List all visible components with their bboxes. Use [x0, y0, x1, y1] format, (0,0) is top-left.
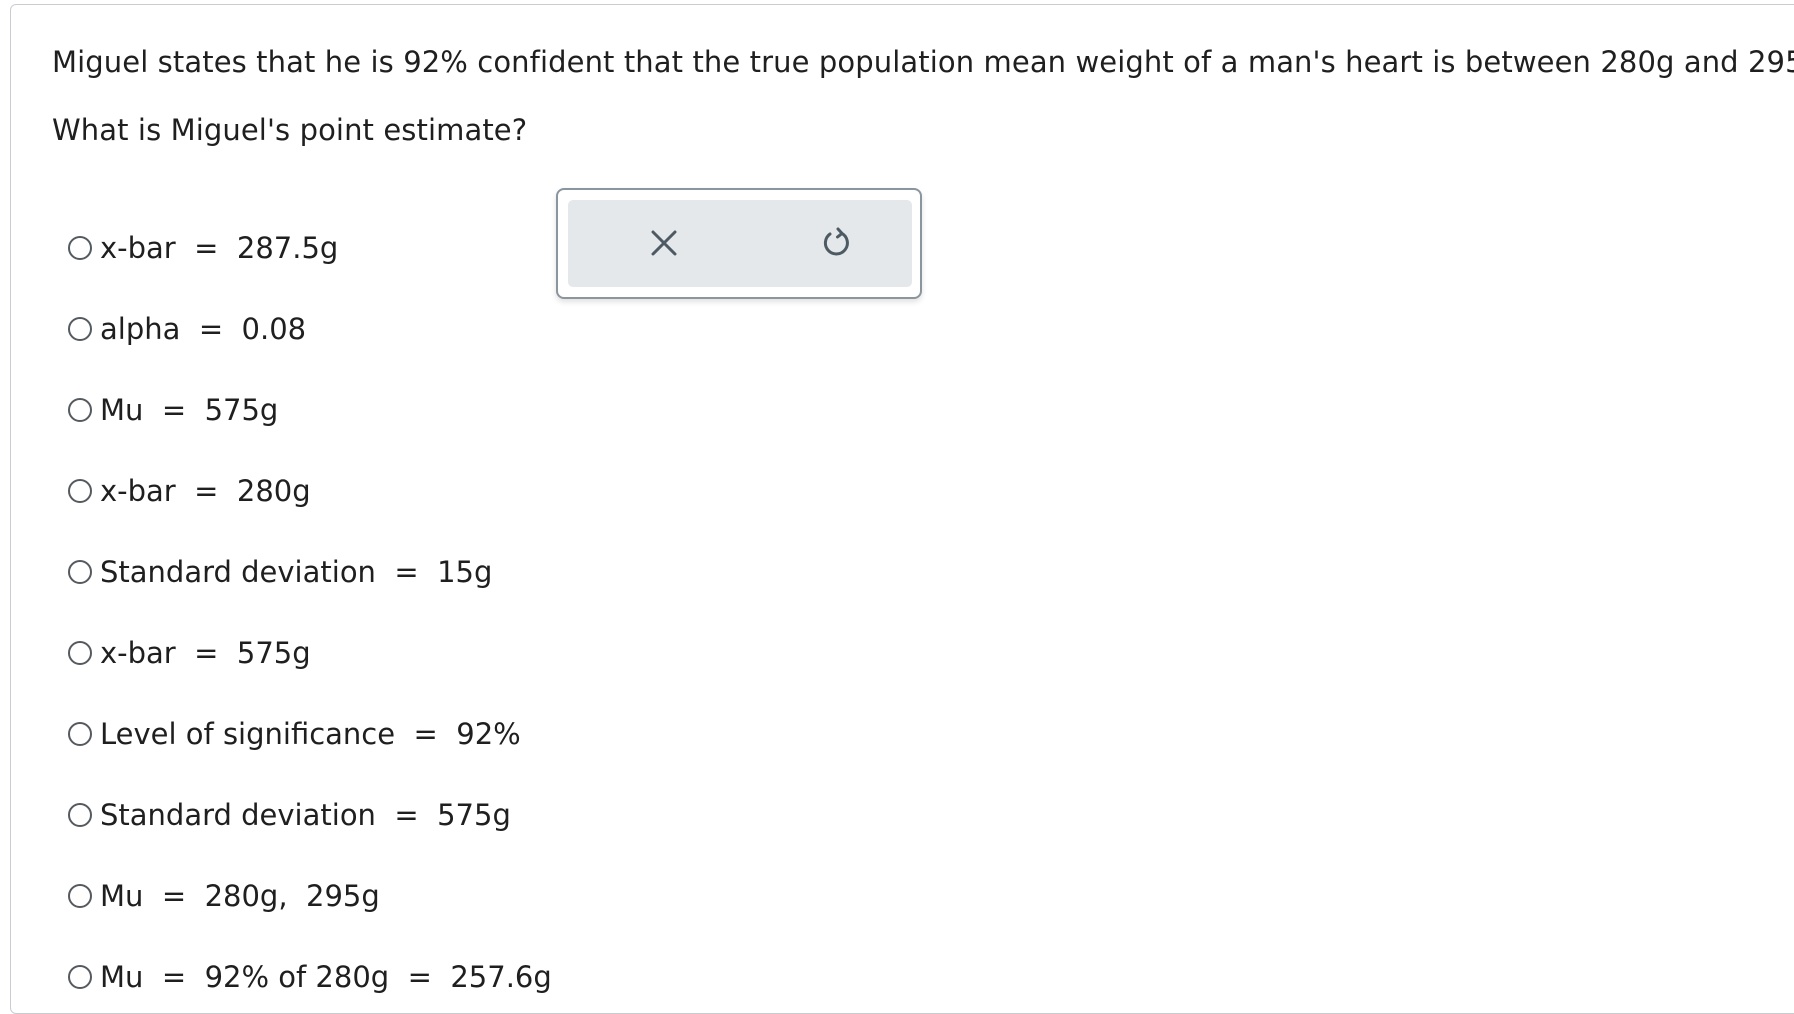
answer-option[interactable]: Standard deviation = 15g — [68, 552, 492, 592]
reset-button[interactable] — [811, 218, 861, 268]
answer-option[interactable]: x-bar = 280g — [68, 471, 311, 511]
clear-button[interactable] — [639, 218, 689, 268]
radio-button[interactable] — [68, 398, 92, 422]
radio-button[interactable] — [68, 965, 92, 989]
answer-option-label: Standard deviation = 575g — [100, 798, 511, 832]
answer-option[interactable]: x-bar = 575g — [68, 633, 311, 673]
answer-option[interactable]: Level of significance = 92% — [68, 714, 521, 754]
answer-option-label: alpha = 0.08 — [100, 312, 307, 346]
answer-toolbar — [556, 188, 922, 299]
toolbar-button-group — [568, 200, 912, 287]
answer-option[interactable]: Mu = 92% of 280g = 257.6g — [68, 957, 552, 997]
radio-button[interactable] — [68, 884, 92, 908]
radio-button[interactable] — [68, 722, 92, 746]
radio-button[interactable] — [68, 479, 92, 503]
answer-option-label: x-bar = 280g — [100, 474, 311, 508]
answer-option-label: Level of significance = 92% — [100, 717, 521, 751]
answer-option-label: Mu = 92% of 280g = 257.6g — [100, 960, 552, 994]
answer-option[interactable]: Mu = 575g — [68, 390, 278, 430]
answer-option[interactable]: x-bar = 287.5g — [68, 228, 338, 268]
radio-button[interactable] — [68, 641, 92, 665]
radio-button[interactable] — [68, 236, 92, 260]
answer-option[interactable]: alpha = 0.08 — [68, 309, 306, 349]
answer-option-label: Standard deviation = 15g — [100, 555, 493, 589]
answer-option-label: Mu = 280g, 295g — [100, 879, 380, 913]
question-prompt: What is Miguel's point estimate? — [52, 113, 528, 147]
answer-option[interactable]: Standard deviation = 575g — [68, 795, 511, 835]
radio-button[interactable] — [68, 560, 92, 584]
answer-option-label: Mu = 575g — [100, 393, 279, 427]
answer-option[interactable]: Mu = 280g, 295g — [68, 876, 380, 916]
undo-icon — [823, 227, 849, 256]
answer-option-label: x-bar = 575g — [100, 636, 311, 670]
close-icon — [651, 230, 677, 256]
radio-button[interactable] — [68, 803, 92, 827]
question-text: Miguel states that he is 92% confident t… — [52, 45, 1794, 79]
answer-option-label: x-bar = 287.5g — [100, 231, 339, 265]
radio-button[interactable] — [68, 317, 92, 341]
